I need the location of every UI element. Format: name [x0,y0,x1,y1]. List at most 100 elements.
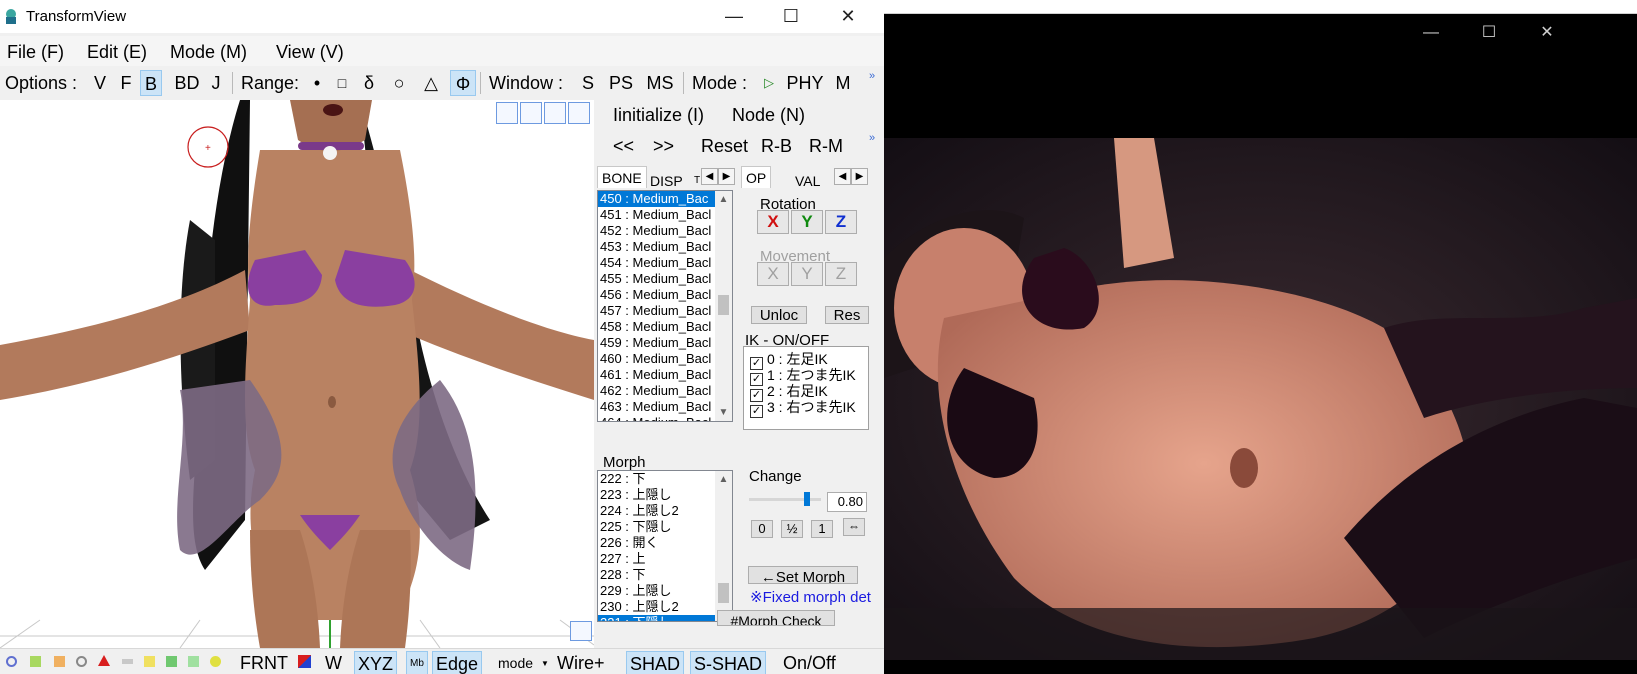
reset-morph-button[interactable]: R-M [809,136,843,157]
play-icon[interactable]: ▷ [762,70,776,96]
ik-list[interactable]: ✓ 0 : 左足IK ✓ 1 : 左つま先IK ✓ 2 : 右足IK ✓ 3 : 右つま先IK [743,346,869,430]
scroll-up-icon[interactable]: ▲ [715,191,732,208]
reset-op-button[interactable]: Res [825,306,869,324]
status-frnt[interactable]: FRNT [240,651,288,674]
move-z-button[interactable]: Z [825,262,857,286]
value-one-button[interactable]: 1 [811,520,833,538]
bone-list-item[interactable]: 461 : Medium_Bacl [598,367,732,383]
window-ms[interactable]: MS [645,70,675,96]
status-icon-1[interactable] [6,656,17,667]
color-swatch-icon[interactable] [298,655,311,668]
morph-list-item[interactable]: 227 : 上 [598,551,732,567]
morph-list-item[interactable]: 223 : 上隠し [598,487,732,503]
range-triangle[interactable]: △ [420,70,442,96]
morph-list-item[interactable]: 226 : 開く [598,535,732,551]
range-delta[interactable]: δ [360,70,378,96]
scroll-down-icon[interactable]: ▼ [715,404,732,421]
video-maximize-button[interactable]: ☐ [1464,20,1514,46]
ik-toggle-item[interactable]: ✓ 3 : 右つま先IK [750,399,856,418]
ik-toggle-item[interactable]: ✓ 0 : 左足IK [750,351,828,370]
tab-right-icon[interactable]: ▶ [718,168,735,185]
node-menu[interactable]: Node (N) [732,105,805,126]
next-button[interactable]: >> [653,136,674,157]
morph-scroll-up-icon[interactable]: ▲ [715,471,732,488]
status-icon-3[interactable] [54,656,65,667]
3d-viewport[interactable]: + [0,100,594,648]
menu-edit[interactable]: Edit (E) [87,42,147,63]
status-icon-2[interactable] [30,656,41,667]
tab-left-icon[interactable]: ◀ [701,168,718,185]
panel-overflow-icon[interactable]: » [869,132,875,144]
morph-check-button[interactable]: #Morph Check [717,610,835,626]
maximize-button[interactable]: ☐ [762,0,820,33]
bone-list-item[interactable]: 450 : Medium_Bac [598,191,732,207]
swap-icon[interactable]: ⇔ [843,518,865,536]
morph-list-item[interactable]: 228 : 下 [598,567,732,583]
bone-list-item[interactable]: 452 : Medium_Bacl [598,223,732,239]
chevron-down-icon[interactable]: ▼ [541,659,549,668]
op-tab-right-icon[interactable]: ▶ [851,168,868,185]
value-half-button[interactable]: ½ [781,520,803,538]
op-tab-left-icon[interactable]: ◀ [834,168,851,185]
move-view-icon[interactable] [496,102,518,124]
status-icon-7[interactable] [144,656,155,667]
video-close-button[interactable]: ✕ [1522,20,1572,46]
bone-list-item[interactable]: 451 : Medium_Bacl [598,207,732,223]
tab-val[interactable]: VAL [791,170,824,192]
morph-list-item[interactable]: 230 : 上隠し2 [598,599,732,615]
status-mb[interactable]: Mb [406,651,428,674]
move-x-button[interactable]: X [757,262,789,286]
change-slider-thumb[interactable] [803,492,810,506]
rotate-view-icon[interactable] [568,102,590,124]
morph-list-scrollbar[interactable]: ▲ [715,471,732,621]
status-icon-4[interactable] [76,656,87,667]
window-s[interactable]: S [581,70,595,96]
morph-list-item[interactable]: 224 : 上隠し2 [598,503,732,519]
bone-list-item[interactable]: 459 : Medium_Bacl [598,335,732,351]
rotate-z-button[interactable]: Z [825,210,857,234]
bone-list-item[interactable]: 457 : Medium_Bacl [598,303,732,319]
initialize-menu[interactable]: Iinitialize (I) [613,105,704,126]
status-edge[interactable]: Edge [432,651,483,674]
triangle-icon[interactable] [98,655,110,666]
status-xyz[interactable]: XYZ [354,651,398,674]
bone-list-item[interactable]: 456 : Medium_Bacl [598,287,732,303]
menu-view[interactable]: View (V) [276,42,344,63]
status-icon-6[interactable] [122,659,133,664]
rotate-y-button[interactable]: Y [791,210,823,234]
range-phi[interactable]: Φ [450,70,476,96]
range-square[interactable]: □ [333,70,351,96]
rotate-x-button[interactable]: X [757,210,789,234]
ik-toggle-item[interactable]: ✓ 2 : 右足IK [750,383,828,402]
ik-toggle-item[interactable]: ✓ 1 : 左つま先IK [750,367,856,386]
change-value-input[interactable]: 0.80 [827,492,867,512]
toolbar-overflow-icon[interactable]: » [869,70,875,82]
bone-list-item[interactable]: 453 : Medium_Bacl [598,239,732,255]
status-icon-10[interactable] [210,656,221,667]
morph-list-item[interactable]: 231 : 下隠し [598,615,732,621]
menu-mode[interactable]: Mode (M) [170,42,247,63]
mode-m[interactable]: M [833,70,853,96]
unlock-button[interactable]: Unloc [751,306,807,324]
value-zero-button[interactable]: 0 [751,520,773,538]
bone-list[interactable]: 450 : Medium_Bac 451 : Medium_Bacl 452 : M… [597,190,733,422]
panel-collapse-icon[interactable] [570,621,592,641]
reset-bone-button[interactable]: R-B [761,136,792,157]
set-morph-button[interactable]: ←Set Morph [748,566,858,584]
bone-list-item[interactable]: 460 : Medium_Bacl [598,351,732,367]
bone-rotate-icon[interactable] [544,102,566,124]
option-v[interactable]: V [91,70,109,96]
status-wire[interactable]: Wire+ [557,651,605,674]
close-button[interactable]: ✕ [819,0,877,33]
range-dot[interactable]: • [308,70,326,96]
scroll-thumb[interactable] [718,295,729,315]
morph-list[interactable]: 222 : 下 223 : 上隠し 224 : 上隠し2 225 : 下隠し 226 :… [597,470,733,622]
option-bd[interactable]: BD [172,70,202,96]
window-ps[interactable]: PS [608,70,634,96]
move-y-button[interactable]: Y [791,262,823,286]
menu-file[interactable]: File (F) [7,42,64,63]
reset-button[interactable]: Reset [701,136,748,157]
video-minimize-button[interactable]: — [1406,20,1456,46]
move-xyz-icon[interactable] [520,102,542,124]
range-circle[interactable]: ○ [388,70,410,96]
